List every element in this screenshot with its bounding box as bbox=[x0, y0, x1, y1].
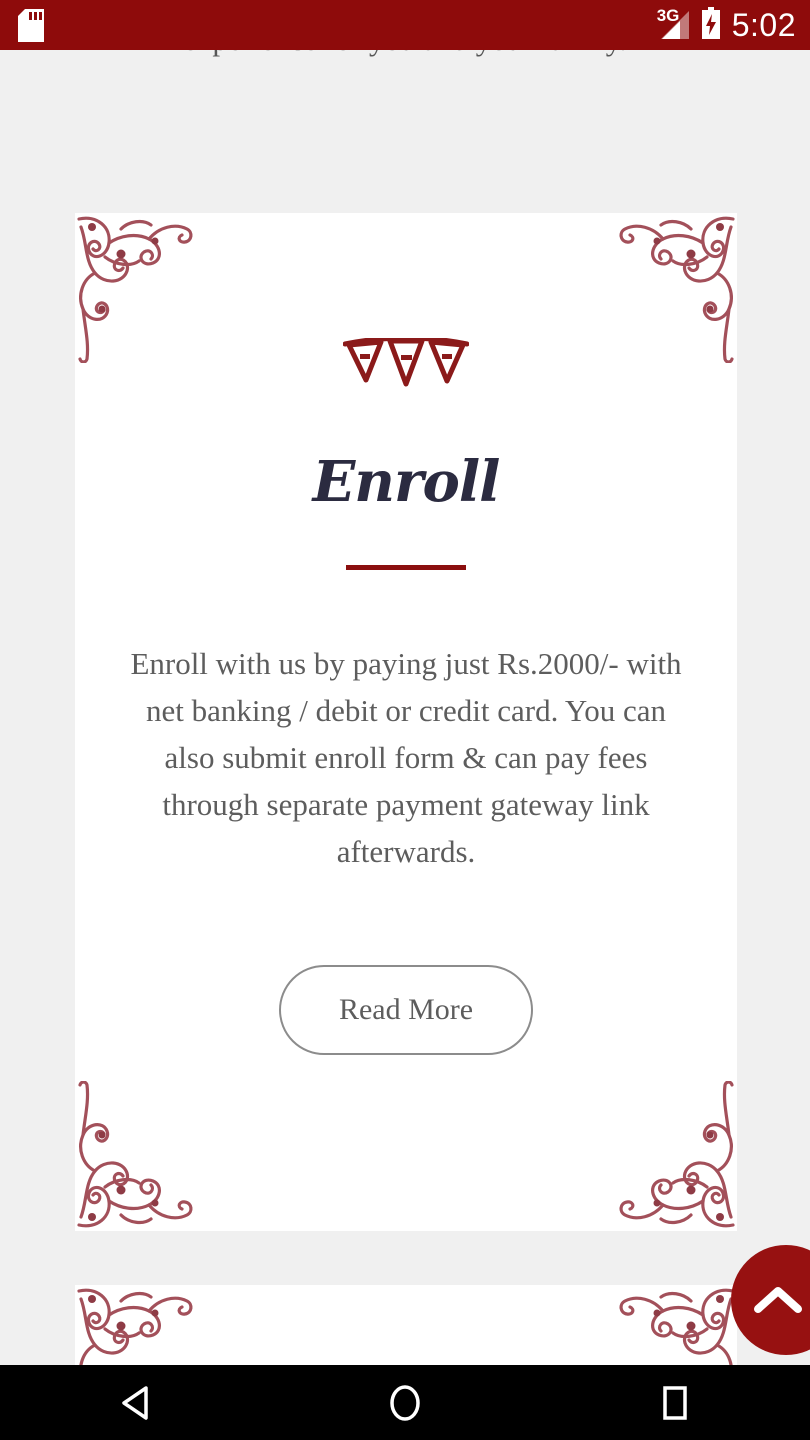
network-type-label: 3G bbox=[656, 6, 680, 25]
battery-charging-icon bbox=[701, 6, 721, 44]
enroll-card-content: Enroll Enroll with us by paying just Rs.… bbox=[75, 213, 737, 1055]
read-more-button[interactable]: Read More bbox=[278, 965, 534, 1055]
chevron-up-icon bbox=[754, 1285, 802, 1315]
filigree-corner-ornament-icon bbox=[75, 1285, 193, 1365]
title-divider bbox=[346, 565, 466, 570]
nav-recents-button[interactable] bbox=[540, 1365, 810, 1440]
android-navigation-bar bbox=[0, 1365, 810, 1440]
bunting-flags-icon bbox=[113, 338, 699, 392]
status-bar: 3G 5:02 bbox=[0, 0, 810, 50]
home-circle-icon bbox=[388, 1384, 422, 1422]
enroll-card: Enroll Enroll with us by paying just Rs.… bbox=[75, 213, 737, 1231]
status-bar-left bbox=[18, 8, 44, 42]
filigree-corner-ornament-icon bbox=[619, 1081, 737, 1231]
page-scroll-content[interactable]: experience for you and your family. bbox=[0, 50, 810, 1365]
filigree-corner-ornament-icon bbox=[619, 1285, 737, 1365]
sd-card-icon bbox=[18, 8, 44, 42]
nav-back-button[interactable] bbox=[0, 1365, 270, 1440]
recents-square-icon bbox=[659, 1385, 691, 1421]
signal-bars-icon: 3G bbox=[656, 6, 690, 40]
clock-label: 5:02 bbox=[731, 7, 796, 43]
enroll-actions: Read More bbox=[113, 965, 699, 1055]
filigree-corner-ornament-icon bbox=[75, 1081, 193, 1231]
back-triangle-icon bbox=[118, 1385, 152, 1421]
status-bar-right: 3G 5:02 bbox=[656, 6, 796, 44]
next-card bbox=[75, 1285, 737, 1365]
intro-paragraph: experience for you and your family. bbox=[0, 50, 810, 66]
enroll-description: Enroll with us by paying just Rs.2000/- … bbox=[130, 646, 682, 869]
scroll-to-top-button[interactable] bbox=[731, 1245, 810, 1355]
page-title: Enroll bbox=[312, 449, 501, 515]
nav-home-button[interactable] bbox=[270, 1365, 540, 1440]
